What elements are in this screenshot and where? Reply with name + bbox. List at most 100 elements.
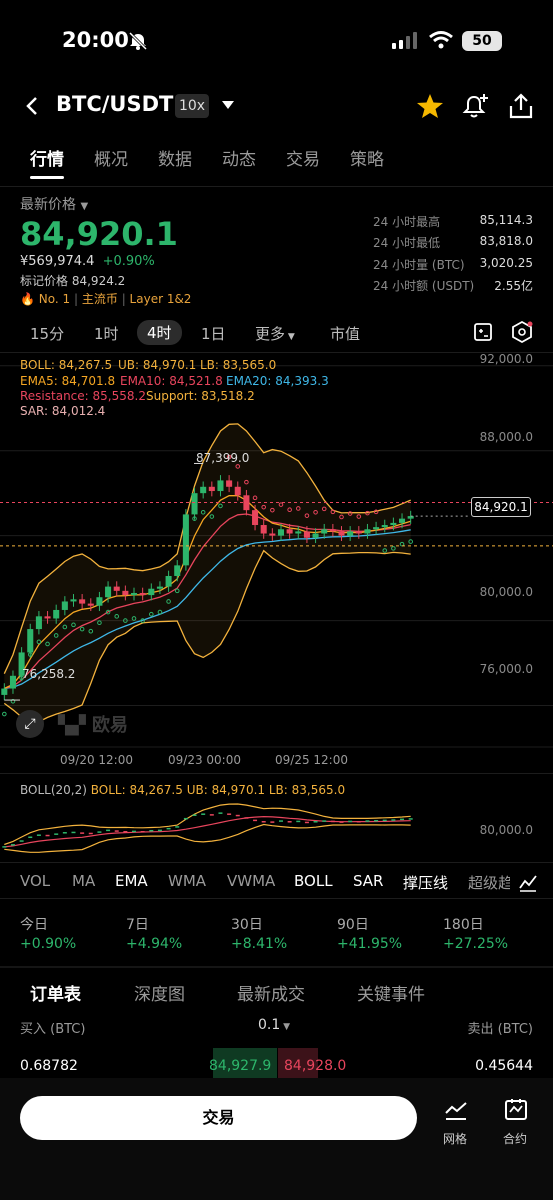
sell-header: 卖出 (BTC)	[467, 1022, 533, 1037]
y-tick: 80,000.0	[479, 585, 533, 599]
candle-body	[79, 599, 86, 604]
ind-tab-vol[interactable]: VOL	[20, 872, 50, 890]
candle-body	[44, 616, 51, 619]
chart-settings-icon[interactable]	[473, 322, 495, 342]
ind-ema5: EMA5: 84,701.8	[20, 374, 116, 388]
candle-body	[200, 486, 207, 494]
candle-body	[234, 486, 241, 496]
bid-price[interactable]: 84,927.9	[209, 1058, 271, 1074]
tf-1d[interactable]: 1日	[201, 323, 226, 344]
ind-tab-sar[interactable]: SAR	[353, 872, 383, 890]
tag-layer[interactable]: Layer 1&2	[130, 292, 192, 306]
status-time: 20:00	[62, 28, 129, 52]
candle-body	[260, 525, 267, 534]
grid-bot-icon[interactable]	[443, 1098, 469, 1124]
perf-period: 今日	[20, 917, 48, 933]
candle-body	[35, 616, 42, 630]
perf-period: 7日	[126, 917, 149, 933]
candle-body	[373, 527, 380, 530]
fire-icon: 🔥	[20, 292, 35, 306]
tab-data[interactable]: 数据	[158, 145, 192, 170]
stat-low: 24 小时最低 83,818.0	[373, 234, 533, 250]
pair-title[interactable]: BTC/USDT	[56, 92, 173, 116]
candle-body	[355, 531, 362, 534]
x-tick: 09/23 00:00	[168, 753, 241, 767]
ind-tab-supertrend[interactable]: 超级趋	[468, 872, 510, 893]
tag-rank[interactable]: No. 1	[39, 292, 70, 306]
ind-tab-boll[interactable]: BOLL	[294, 872, 333, 890]
tab-trades[interactable]: 最新成交	[237, 980, 305, 1005]
candle-body	[27, 629, 34, 653]
buy-qty: 0.68782	[20, 1058, 78, 1074]
ind-tab-ma[interactable]: MA	[72, 872, 95, 890]
candle-body	[321, 529, 328, 534]
share-icon[interactable]	[507, 92, 535, 120]
candle-body	[148, 588, 155, 596]
stat-volume: 24 小时量 (BTC) 3,020.25	[373, 256, 533, 272]
tf-more[interactable]: 更多 ▼	[255, 323, 295, 344]
last-price-tag: 84,920.1	[471, 497, 531, 517]
divider	[0, 862, 553, 863]
x-tick: 09/25 12:00	[275, 753, 348, 767]
candle-body	[174, 565, 181, 576]
cny-price: ¥569,974.4	[20, 254, 95, 269]
candle-body	[286, 529, 293, 534]
contract-icon[interactable]	[503, 1097, 529, 1123]
tf-4h[interactable]: 4时	[137, 320, 182, 345]
tab-strategy[interactable]: 策略	[350, 145, 384, 170]
chevron-down-icon[interactable]	[221, 100, 235, 110]
boll-sub-chart[interactable]	[0, 798, 553, 860]
ask-price[interactable]: 84,928.0	[284, 1058, 346, 1074]
candle-body	[53, 609, 60, 619]
tab-depth[interactable]: 深度图	[134, 980, 185, 1005]
candle-body	[87, 603, 94, 606]
tf-1h[interactable]: 1时	[94, 323, 119, 344]
ind-tab-sr[interactable]: 撑压线	[403, 872, 448, 893]
perf-period: 30日	[231, 917, 263, 933]
candle-body	[338, 531, 345, 536]
candle-body	[122, 590, 129, 596]
wifi-icon	[429, 31, 453, 49]
tag-row: 🔥 No. 1 | 主流币 | Layer 1&2	[20, 292, 192, 306]
trade-button[interactable]: 交易	[20, 1096, 417, 1140]
ind-boll: BOLL: 84,267.5	[20, 358, 113, 372]
tag-mainstream[interactable]: 主流币	[82, 292, 118, 306]
y-tick: 76,000.0	[479, 662, 533, 676]
add-alert-icon[interactable]	[462, 92, 490, 120]
stat-turnover: 24 小时额 (USDT) 2.55亿	[373, 279, 533, 293]
price-label-row[interactable]: 最新价格 ▼	[20, 194, 88, 214]
high-label: 87,399.0	[196, 451, 250, 465]
candle-body	[399, 518, 406, 523]
tab-orderbook[interactable]: 订单表	[30, 980, 81, 1005]
tab-events[interactable]: 关键事件	[357, 980, 425, 1005]
grid-label[interactable]: 网格	[443, 1130, 467, 1147]
ind-tab-vwma[interactable]: VWMA	[227, 872, 275, 890]
tab-overview[interactable]: 概况	[94, 145, 128, 170]
candle-body	[226, 480, 233, 487]
ind-tab-ema[interactable]: EMA	[115, 872, 148, 890]
candle-body	[269, 533, 276, 536]
contract-label[interactable]: 合约	[503, 1130, 527, 1147]
precision-select[interactable]: 0.1 ▼	[258, 1017, 290, 1033]
indicator-settings-icon[interactable]	[518, 872, 538, 892]
tab-trade[interactable]: 交易	[286, 145, 320, 170]
main-tabs: 行情 概况 数据 动态 交易 策略	[30, 145, 414, 170]
star-icon[interactable]	[416, 93, 444, 119]
candle-body	[364, 529, 371, 534]
hexagon-tools-icon[interactable]	[510, 320, 534, 344]
ind-tab-wma[interactable]: WMA	[168, 872, 206, 890]
timeframe-bar: 15分 1时 4时 1日 更多 ▼ 市值	[0, 320, 553, 346]
fullscreen-icon[interactable]: ⤢	[16, 710, 44, 738]
candle-body	[390, 522, 397, 526]
candle-body	[105, 586, 112, 598]
candle-body	[329, 529, 336, 532]
tf-15m[interactable]: 15分	[30, 323, 64, 344]
back-icon[interactable]	[24, 95, 40, 117]
tab-market[interactable]: 行情	[30, 145, 64, 170]
candle-body	[295, 531, 302, 534]
tab-feed[interactable]: 动态	[222, 145, 256, 170]
candle-body	[347, 531, 354, 536]
tf-marketcap[interactable]: 市值	[330, 323, 360, 344]
sub-y-tick: 80,000.0	[479, 823, 533, 837]
candle-body	[96, 597, 103, 606]
